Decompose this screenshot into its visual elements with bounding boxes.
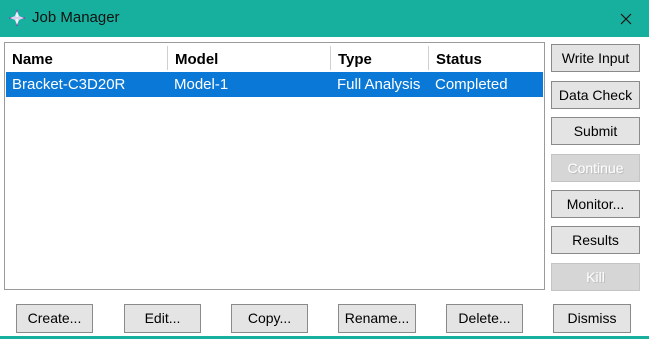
column-header-model[interactable]: Model	[168, 43, 331, 70]
job-name-cell: Bracket-C3D20R	[12, 76, 126, 93]
data-check-button[interactable]: Data Check	[551, 81, 640, 109]
monitor-button[interactable]: Monitor...	[551, 190, 640, 218]
submit-button[interactable]: Submit	[551, 117, 640, 145]
job-status-cell: Completed	[435, 76, 508, 93]
abaqus-cross-icon	[8, 9, 26, 27]
job-list-header: Name Model Type Status	[5, 43, 544, 70]
continue-button[interactable]: Continue	[551, 154, 640, 182]
close-icon	[620, 13, 632, 25]
copy-button[interactable]: Copy...	[231, 304, 308, 333]
column-header-name[interactable]: Name	[5, 43, 168, 70]
window-title: Job Manager	[32, 9, 120, 26]
title-bar[interactable]: Job Manager	[0, 0, 649, 37]
create-button[interactable]: Create...	[16, 304, 93, 333]
job-list[interactable]: Name Model Type Status Bracket-C3D20R Mo…	[4, 42, 545, 290]
job-type-cell: Full Analysis	[337, 76, 421, 93]
table-row[interactable]: Bracket-C3D20R Model-1 Full Analysis Com…	[6, 72, 543, 97]
delete-button[interactable]: Delete...	[446, 304, 523, 333]
job-manager-window: Job Manager Name Model Type Status Brack…	[0, 0, 649, 339]
kill-button[interactable]: Kill	[551, 263, 640, 291]
job-model-cell: Model-1	[174, 76, 229, 93]
rename-button[interactable]: Rename...	[338, 304, 416, 333]
edit-button[interactable]: Edit...	[124, 304, 201, 333]
close-button[interactable]	[603, 0, 649, 37]
results-button[interactable]: Results	[551, 226, 640, 254]
write-input-button[interactable]: Write Input	[551, 44, 640, 72]
dismiss-button[interactable]: Dismiss	[553, 304, 631, 333]
column-header-type[interactable]: Type	[331, 43, 429, 70]
column-header-status[interactable]: Status	[429, 43, 545, 70]
